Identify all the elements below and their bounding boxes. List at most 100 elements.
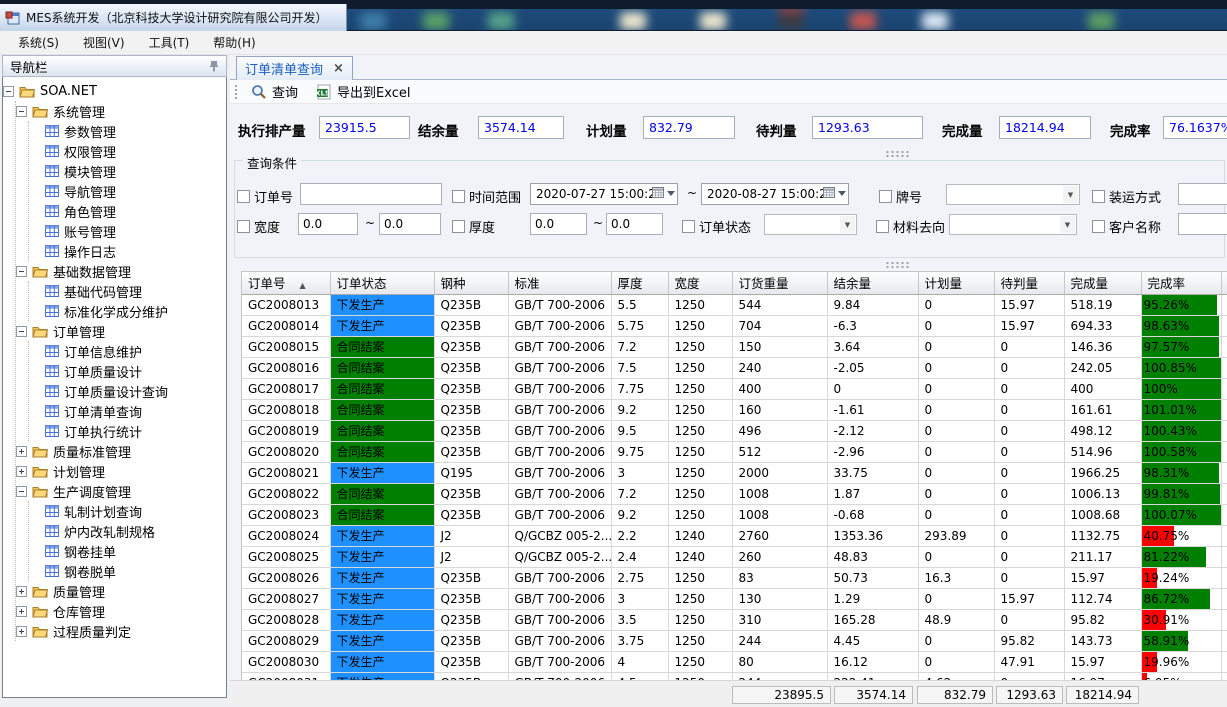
width-from-input[interactable]: 0.0 xyxy=(298,213,358,235)
collapse-minus-icon[interactable] xyxy=(16,106,27,117)
table-row[interactable]: GC2008017合同结案Q235BGB/T 700-20067.7512504… xyxy=(242,378,1227,399)
tree-item-质量标准管理[interactable]: 质量标准管理 xyxy=(16,441,226,461)
table-row[interactable]: GC2008022合同结案Q235BGB/T 700-20067.2125010… xyxy=(242,483,1227,504)
collapse-minus-icon[interactable] xyxy=(16,326,27,337)
checkbox-icon[interactable] xyxy=(452,190,465,203)
shipping-checkbox[interactable]: 装运方式 xyxy=(1092,187,1161,206)
tree-item-订单质量设计查询[interactable]: 订单质量设计查询 xyxy=(29,381,226,401)
toolbar-grip[interactable] xyxy=(234,84,239,100)
time-to-picker[interactable]: 2020-08-27 15:00:27 xyxy=(701,183,849,205)
brand-combo[interactable]: ▼ xyxy=(946,184,1080,205)
width-checkbox[interactable]: 宽度 xyxy=(237,217,280,236)
column-header-完成量[interactable]: 完成量 xyxy=(1064,272,1141,294)
calendar-icon[interactable] xyxy=(823,186,846,199)
summary-value-4[interactable]: 18214.94 xyxy=(999,116,1091,139)
calendar-icon[interactable] xyxy=(652,186,675,199)
menu-item-2[interactable]: 工具(T) xyxy=(139,31,200,54)
expand-plus-icon[interactable] xyxy=(16,586,27,597)
column-header-计划量[interactable]: 计划量 xyxy=(918,272,994,294)
table-row[interactable]: GC2008025下发生产J2Q/GCBZ 005-2...2.41240260… xyxy=(242,546,1227,567)
collapse-minus-icon[interactable] xyxy=(16,266,27,277)
query-button[interactable]: 查询 xyxy=(245,80,304,103)
customer-checkbox[interactable]: 客户名称 xyxy=(1092,217,1161,236)
collapse-minus-icon[interactable] xyxy=(3,86,14,97)
tree-item-过程质量判定[interactable]: 过程质量判定 xyxy=(16,621,226,641)
column-header-宽度[interactable]: 宽度 xyxy=(668,272,732,294)
summary-value-1[interactable]: 3574.14 xyxy=(478,116,564,139)
tree-item-订单执行统计[interactable]: 订单执行统计 xyxy=(29,421,226,441)
table-row[interactable]: GC2008013下发生产Q235BGB/T 700-20065.5125054… xyxy=(242,294,1227,315)
column-header-标准[interactable]: 标准 xyxy=(508,272,611,294)
tree-item-生产调度管理[interactable]: 生产调度管理 xyxy=(16,481,226,501)
summary-value-0[interactable]: 23915.5 xyxy=(319,116,410,139)
tree-item-计划管理[interactable]: 计划管理 xyxy=(16,461,226,481)
tree-item-钢卷挂单[interactable]: 钢卷挂单 xyxy=(29,541,226,561)
table-row[interactable]: GC2008019合同结案Q235BGB/T 700-20069.5125049… xyxy=(242,420,1227,441)
expand-plus-icon[interactable] xyxy=(16,606,27,617)
tree-item-系统管理[interactable]: 系统管理 xyxy=(16,101,226,121)
splitter-grip[interactable] xyxy=(885,150,911,157)
checkbox-icon[interactable] xyxy=(237,220,250,233)
tree-item-账号管理[interactable]: 账号管理 xyxy=(29,221,226,241)
table-row[interactable]: GC2008014下发生产Q235BGB/T 700-20065.7512507… xyxy=(242,315,1227,336)
tree-item-质量管理[interactable]: 质量管理 xyxy=(16,581,226,601)
tree-item-模块管理[interactable]: 模块管理 xyxy=(29,161,226,181)
tree-item-权限管理[interactable]: 权限管理 xyxy=(29,141,226,161)
chevron-down-icon[interactable]: ▼ xyxy=(1063,186,1078,203)
column-header-待判量[interactable]: 待判量 xyxy=(994,272,1064,294)
thickness-checkbox[interactable]: 厚度 xyxy=(452,217,495,236)
table-row[interactable]: GC2008031下发生产Q235BGB/T 700-20064.5125024… xyxy=(242,672,1227,680)
expand-plus-icon[interactable] xyxy=(16,626,27,637)
checkbox-icon[interactable] xyxy=(879,190,892,203)
checkbox-icon[interactable] xyxy=(237,190,250,203)
material-dest-combo[interactable]: ▼ xyxy=(949,214,1077,235)
tab-order-list-query[interactable]: 订单清单查询 × xyxy=(236,56,353,80)
table-row[interactable]: GC2008026下发生产Q235BGB/T 700-20062.7512508… xyxy=(242,567,1227,588)
tree-item-SOA.NET[interactable]: SOA.NET xyxy=(3,81,226,101)
menu-item-1[interactable]: 视图(V) xyxy=(73,31,135,54)
tree-item-仓库管理[interactable]: 仓库管理 xyxy=(16,601,226,621)
summary-value-2[interactable]: 832.79 xyxy=(643,116,735,139)
order-state-checkbox[interactable]: 订单状态 xyxy=(682,217,751,236)
tree-item-参数管理[interactable]: 参数管理 xyxy=(29,121,226,141)
window-title-area[interactable]: MES系统开发（北京科技大学设计研究院有限公司开发） xyxy=(0,4,347,31)
brand-checkbox[interactable]: 牌号 xyxy=(879,187,922,206)
menu-item-0[interactable]: 系统(S) xyxy=(8,31,69,54)
column-header-订货重量[interactable]: 订货重量 xyxy=(732,272,827,294)
pin-icon[interactable] xyxy=(209,60,219,72)
table-row[interactable]: GC2008024下发生产J2Q/GCBZ 005-2...2.21240276… xyxy=(242,525,1227,546)
checkbox-icon[interactable] xyxy=(1092,190,1105,203)
tree-item-订单管理[interactable]: 订单管理 xyxy=(16,321,226,341)
expand-plus-icon[interactable] xyxy=(16,466,27,477)
tree-item-操作日志[interactable]: 操作日志 xyxy=(29,241,226,261)
material-dest-checkbox[interactable]: 材料去向 xyxy=(876,217,945,236)
tree-item-轧制计划查询[interactable]: 轧制计划查询 xyxy=(29,501,226,521)
checkbox-icon[interactable] xyxy=(876,220,889,233)
tree-item-基础数据管理[interactable]: 基础数据管理 xyxy=(16,261,226,281)
checkbox-icon[interactable] xyxy=(682,220,695,233)
tree-item-钢卷脱单[interactable]: 钢卷脱单 xyxy=(29,561,226,581)
time-range-checkbox[interactable]: 时间范围 xyxy=(452,187,521,206)
column-header-完成率[interactable]: 完成率 xyxy=(1141,272,1221,294)
table-row[interactable]: GC2008021下发生产Q195GB/T 700-20063125020003… xyxy=(242,462,1227,483)
column-header-订单号[interactable]: 订单号▲ xyxy=(242,272,330,294)
column-header-钢种[interactable]: 钢种 xyxy=(434,272,508,294)
table-row[interactable]: GC2008029下发生产Q235BGB/T 700-20063.7512502… xyxy=(242,630,1227,651)
table-row[interactable]: GC2008027下发生产Q235BGB/T 700-2006312501301… xyxy=(242,588,1227,609)
table-row[interactable]: GC2008018合同结案Q235BGB/T 700-20069.2125016… xyxy=(242,399,1227,420)
thickness-from-input[interactable]: 0.0 xyxy=(530,213,587,235)
summary-value-5[interactable]: 76.1637% xyxy=(1163,116,1227,139)
chevron-down-icon[interactable]: ▼ xyxy=(1060,216,1075,233)
order-state-combo[interactable]: ▼ xyxy=(764,214,857,235)
time-from-picker[interactable]: 2020-07-27 15:00:26 xyxy=(530,183,678,205)
column-header-厚度[interactable]: 厚度 xyxy=(611,272,668,294)
tab-close-icon[interactable]: × xyxy=(333,61,344,76)
table-row[interactable]: GC2008016合同结案Q235BGB/T 700-20067.5125024… xyxy=(242,357,1227,378)
shipping-input[interactable] xyxy=(1178,183,1227,205)
customer-input[interactable] xyxy=(1178,213,1227,235)
order-no-checkbox[interactable]: 订单号 xyxy=(237,187,293,206)
column-header-结余量[interactable]: 结余量 xyxy=(827,272,918,294)
table-row[interactable]: GC2008015合同结案Q235BGB/T 700-20067.2125015… xyxy=(242,336,1227,357)
tree-item-导航管理[interactable]: 导航管理 xyxy=(29,181,226,201)
width-to-input[interactable]: 0.0 xyxy=(379,213,441,235)
